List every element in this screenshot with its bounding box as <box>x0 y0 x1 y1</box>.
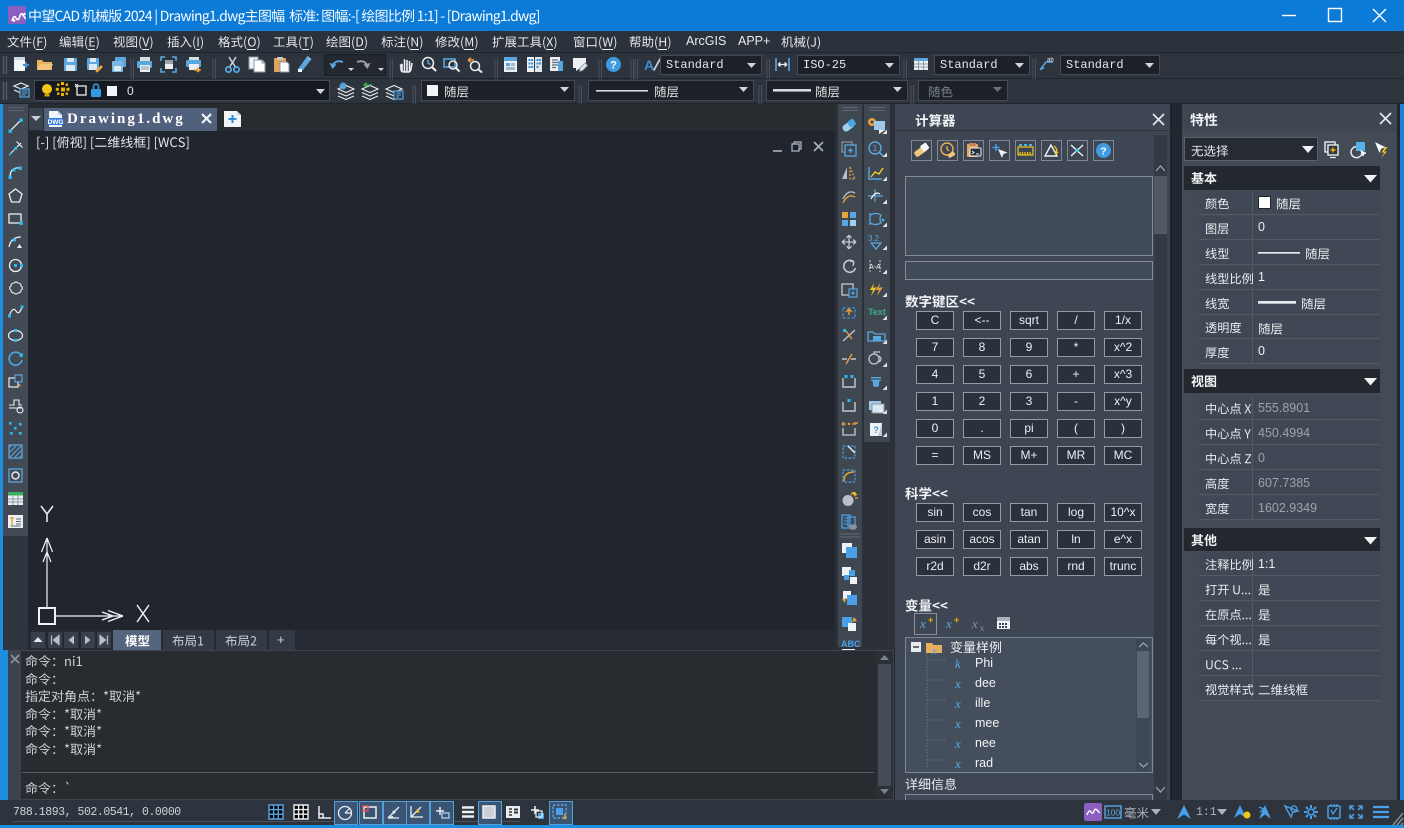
svg-text:1: 1 <box>873 144 878 153</box>
svg-text:Text: Text <box>868 307 886 317</box>
svg-text:A-A: A-A <box>869 264 881 271</box>
svg-text:100: 100 <box>1106 808 1120 818</box>
svg-text:x: x <box>972 616 978 631</box>
svg-text:?: ? <box>610 60 617 72</box>
svg-text:ab: ab <box>1047 58 1054 64</box>
svg-text:?: ? <box>873 425 879 435</box>
svg-text:3.2: 3.2 <box>868 234 880 243</box>
svg-text:A: A <box>644 57 654 73</box>
svg-text:x: x <box>980 624 984 632</box>
svg-text:+: + <box>928 616 933 625</box>
svg-text:x: x <box>946 616 952 631</box>
svg-text:+: + <box>954 616 959 625</box>
svg-text:?: ? <box>1100 146 1106 158</box>
svg-text:x: x <box>920 616 926 631</box>
svg-text:DWG: DWG <box>48 119 63 126</box>
svg-text:ABC: ABC <box>841 639 860 649</box>
svg-text:x: x <box>931 645 937 654</box>
